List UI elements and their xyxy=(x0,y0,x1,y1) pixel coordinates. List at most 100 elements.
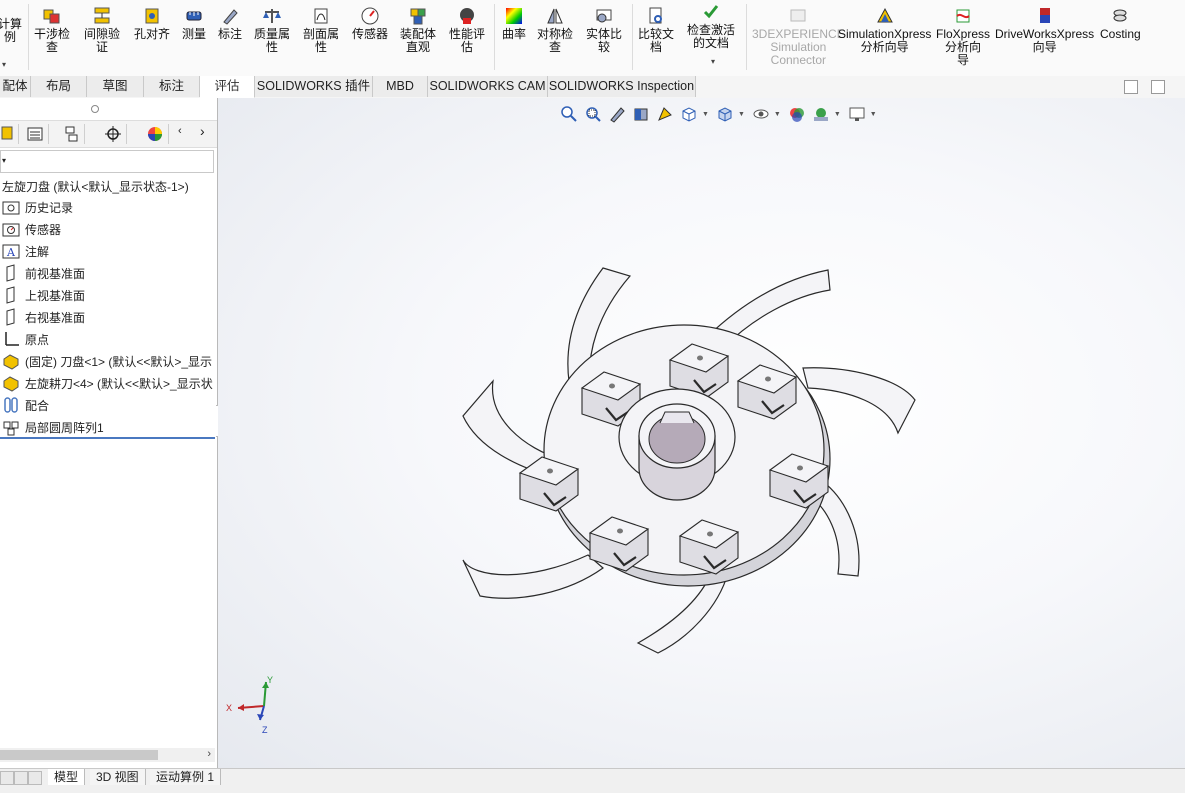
scrollbar-thumb[interactable] xyxy=(0,750,158,760)
3dexperience-icon xyxy=(788,6,808,26)
section-properties-button[interactable]: 剖面属 性 xyxy=(303,6,339,54)
tree-item-top-plane[interactable]: 上视基准面 xyxy=(2,285,85,305)
x-axis-arrow xyxy=(238,704,244,711)
tree-item-label: (固定) 刀盘<1> (默认<<默认>_显示 xyxy=(25,354,213,369)
configuration-manager-tab[interactable] xyxy=(58,124,85,144)
simulationxpress-button[interactable]: SimulationXpress 分析向导 xyxy=(838,6,931,54)
sensor-folder-icon xyxy=(2,220,20,238)
rotary-blade[interactable] xyxy=(462,554,604,599)
symmetry-check-icon xyxy=(545,6,565,26)
performance-evaluation-button[interactable]: 性能评 估 xyxy=(449,6,485,54)
markup-button[interactable]: 标注 xyxy=(218,6,242,41)
graphics-viewport[interactable]: ▼ ▼ ▼ ▼ ▼ X Y Z xyxy=(218,98,1185,768)
mass-properties-button[interactable]: 质量属 性 xyxy=(254,6,290,54)
compare-documents-button[interactable]: 比较文 档 xyxy=(638,6,674,54)
tree-item-annotations[interactable]: A 注解 xyxy=(2,241,49,261)
tree-item-history[interactable]: 历史记录 xyxy=(2,197,73,217)
section-properties-icon xyxy=(311,6,331,26)
tree-filter-box[interactable]: ▾ xyxy=(0,150,214,173)
pane-scroll-right-icon[interactable]: › xyxy=(200,123,205,139)
status-bar xyxy=(0,785,1185,793)
hole-alignment-icon xyxy=(142,6,162,26)
dropdown-arrow-icon[interactable]: ▾ xyxy=(2,60,6,69)
ribbon-label: 传感器 xyxy=(352,27,389,41)
hole-alignment-button[interactable]: 孔对齐 xyxy=(134,6,170,41)
clearance-verification-icon xyxy=(92,6,112,26)
display-manager-tab[interactable] xyxy=(142,124,169,144)
tree-item-right-plane[interactable]: 右视基准面 xyxy=(2,307,85,327)
tab-assembly[interactable]: 配体 xyxy=(0,76,31,97)
scroll-right-icon[interactable]: › xyxy=(207,748,211,760)
ribbon-label: 的文档 xyxy=(693,36,730,50)
plane-icon xyxy=(2,308,20,326)
tab-solidworks-inspection[interactable]: SOLIDWORKS Inspection xyxy=(548,76,696,97)
tab-mbd[interactable]: MBD xyxy=(373,76,428,97)
tree-item-label: 右视基准面 xyxy=(25,310,86,325)
mates-paperclip-icon xyxy=(2,396,20,414)
tab-layout[interactable]: 布局 xyxy=(31,76,87,97)
tab-model[interactable]: 模型 xyxy=(48,769,86,785)
crosshair-icon xyxy=(105,126,121,142)
ribbon-label: 查 xyxy=(549,40,562,54)
clearance-verification-button[interactable]: 间隙验 证 xyxy=(84,6,120,54)
driveworksxpress-button[interactable]: DriveWorksXpress 向导 xyxy=(995,6,1094,54)
rotary-cutter-assembly-model[interactable] xyxy=(218,98,1185,768)
feature-manager-tab[interactable] xyxy=(0,124,19,144)
restore-panel-icon[interactable] xyxy=(1124,80,1138,94)
assembly-visualization-button[interactable]: 装配体 直观 xyxy=(400,6,436,54)
floxpress-button[interactable]: FloXpress 分析向 导 xyxy=(936,6,990,67)
tab-sketch[interactable]: 草图 xyxy=(87,76,144,97)
curvature-button[interactable]: 曲率 xyxy=(502,6,526,41)
tree-item-component-rotary-blade[interactable]: 左旋耕刀<4> (默认<<默认>_显示状 xyxy=(2,373,213,393)
tree-rollback-bar[interactable] xyxy=(0,437,215,439)
tab-solidworks-addins[interactable]: SOLIDWORKS 插件 xyxy=(255,76,373,97)
pane-pin-icon[interactable] xyxy=(91,105,99,113)
tab-motion-study[interactable]: 运动算例 1 xyxy=(150,769,222,785)
ribbon-partial-left-button[interactable]: 计算 例 xyxy=(0,18,22,44)
origin-icon xyxy=(2,330,20,348)
ribbon-label: 测量 xyxy=(182,27,207,41)
ribbon-separator xyxy=(632,4,633,70)
check-active-document-button[interactable]: 检查激活 的文档 xyxy=(687,2,735,50)
tree-horizontal-scrollbar[interactable]: › xyxy=(0,748,215,762)
mass-scale-icon xyxy=(262,6,282,26)
tab-3d-views[interactable]: 3D 视图 xyxy=(90,769,146,785)
first-tab-arrow-icon[interactable] xyxy=(0,771,14,785)
prev-tab-arrow-icon[interactable] xyxy=(14,771,28,785)
tree-item-label: 配合 xyxy=(25,398,50,413)
filter-dropdown-icon[interactable]: ▾ xyxy=(2,156,6,165)
ribbon-label: 性 xyxy=(315,40,328,54)
y-axis-label: Y xyxy=(267,676,273,685)
ribbon-label: 查 xyxy=(46,40,59,54)
ribbon-label: 分析向导 xyxy=(860,40,909,54)
tree-item-mates[interactable]: 配合 xyxy=(2,395,49,415)
ribbon-label: Connector xyxy=(770,53,827,67)
next-tab-arrow-icon[interactable] xyxy=(28,771,42,785)
symmetry-check-button[interactable]: 对称检 查 xyxy=(537,6,573,54)
dropdown-arrow-icon[interactable]: ▾ xyxy=(711,57,715,66)
expand-panel-icon[interactable] xyxy=(1151,80,1165,94)
tree-item-origin[interactable]: 原点 xyxy=(2,329,49,349)
measure-button[interactable]: 测量 xyxy=(182,6,206,41)
ribbon-separator xyxy=(28,4,29,70)
ribbon-label: Costing xyxy=(1100,27,1141,41)
property-manager-tab[interactable] xyxy=(22,124,49,144)
sensor-button[interactable]: 传感器 xyxy=(352,6,388,41)
tree-item-sensors[interactable]: 传感器 xyxy=(2,219,61,239)
tab-markup[interactable]: 标注 xyxy=(144,76,200,97)
3dexperience-simulation-connector-button[interactable]: 3DEXPERIENCE Simulation Connector xyxy=(752,6,845,67)
pane-scroll-left-icon[interactable]: ‹ xyxy=(178,125,182,137)
tree-item-component-cutter-disc[interactable]: (固定) 刀盘<1> (默认<<默认>_显示 xyxy=(2,351,212,371)
tab-solidworks-cam[interactable]: SOLIDWORKS CAM xyxy=(428,76,548,97)
tree-root-assembly[interactable]: 左旋刀盘 (默认<默认_显示状态-1>) xyxy=(2,178,189,195)
tree-item-front-plane[interactable]: 前视基准面 xyxy=(2,263,85,283)
ribbon-label: 估 xyxy=(461,40,474,54)
costing-button[interactable]: Costing xyxy=(1100,6,1141,41)
compare-bodies-button[interactable]: 实体比 较 xyxy=(586,6,622,54)
interference-check-button[interactable]: 干涉检 查 xyxy=(34,6,70,54)
tab-evaluate[interactable]: 评估 xyxy=(200,76,255,98)
dimxpert-manager-tab[interactable] xyxy=(100,124,127,144)
z-axis-label: Z xyxy=(262,725,268,735)
tree-item-local-circular-pattern[interactable]: 局部圆周阵列1 xyxy=(2,417,104,437)
ribbon-label: 标注 xyxy=(218,27,243,41)
